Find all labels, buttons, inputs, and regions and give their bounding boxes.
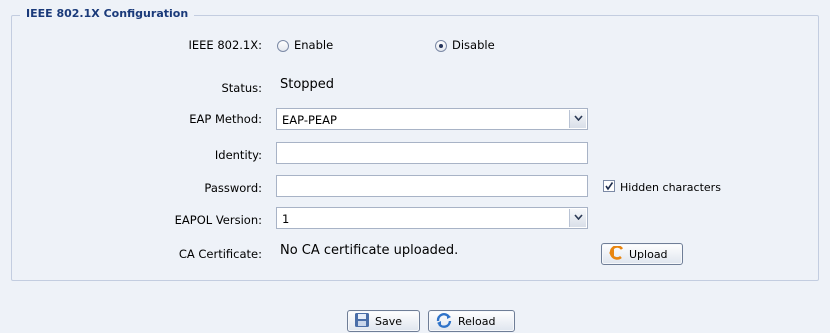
password-label: Password: bbox=[204, 181, 262, 195]
disable-radio-label[interactable]: Disable bbox=[452, 38, 495, 52]
ieee8021x-label: IEEE 802.1X: bbox=[188, 38, 262, 52]
eapol-version-value: 1 bbox=[282, 212, 290, 226]
ca-certificate-value: No CA certificate uploaded. bbox=[280, 243, 459, 258]
eap-method-value: EAP-PEAP bbox=[282, 113, 337, 127]
chevron-down-icon[interactable] bbox=[569, 110, 586, 128]
upload-arrow-icon bbox=[608, 244, 624, 263]
eapol-version-label: EAPOL Version: bbox=[174, 213, 262, 227]
save-button-label: Save bbox=[375, 314, 403, 328]
upload-button[interactable]: Upload bbox=[601, 243, 683, 265]
checkmark-icon bbox=[605, 182, 614, 191]
reload-button[interactable]: Reload bbox=[428, 310, 515, 332]
password-input[interactable] bbox=[276, 175, 588, 197]
hidden-characters-label[interactable]: Hidden characters bbox=[620, 181, 721, 194]
reload-button-label: Reload bbox=[458, 314, 496, 328]
hidden-characters-checkbox[interactable] bbox=[603, 180, 615, 192]
eapol-version-select[interactable]: 1 bbox=[276, 207, 588, 229]
status-value: Stopped bbox=[280, 77, 335, 92]
eap-method-select[interactable]: EAP-PEAP bbox=[276, 108, 588, 130]
ca-certificate-label: CA Certificate: bbox=[178, 247, 262, 261]
save-button[interactable]: Save bbox=[347, 310, 420, 332]
upload-button-label: Upload bbox=[629, 247, 668, 261]
enable-radio[interactable] bbox=[277, 40, 289, 52]
identity-input[interactable] bbox=[276, 142, 588, 164]
disable-radio[interactable] bbox=[435, 40, 447, 52]
status-label: Status: bbox=[221, 81, 262, 95]
identity-label: Identity: bbox=[214, 148, 262, 162]
eap-method-label: EAP Method: bbox=[189, 112, 262, 126]
floppy-disk-icon bbox=[354, 312, 370, 331]
reload-icon bbox=[435, 312, 453, 331]
chevron-down-icon[interactable] bbox=[569, 209, 586, 227]
enable-radio-label[interactable]: Enable bbox=[294, 38, 333, 52]
section-title: IEEE 802.1X Configuration bbox=[20, 7, 195, 20]
